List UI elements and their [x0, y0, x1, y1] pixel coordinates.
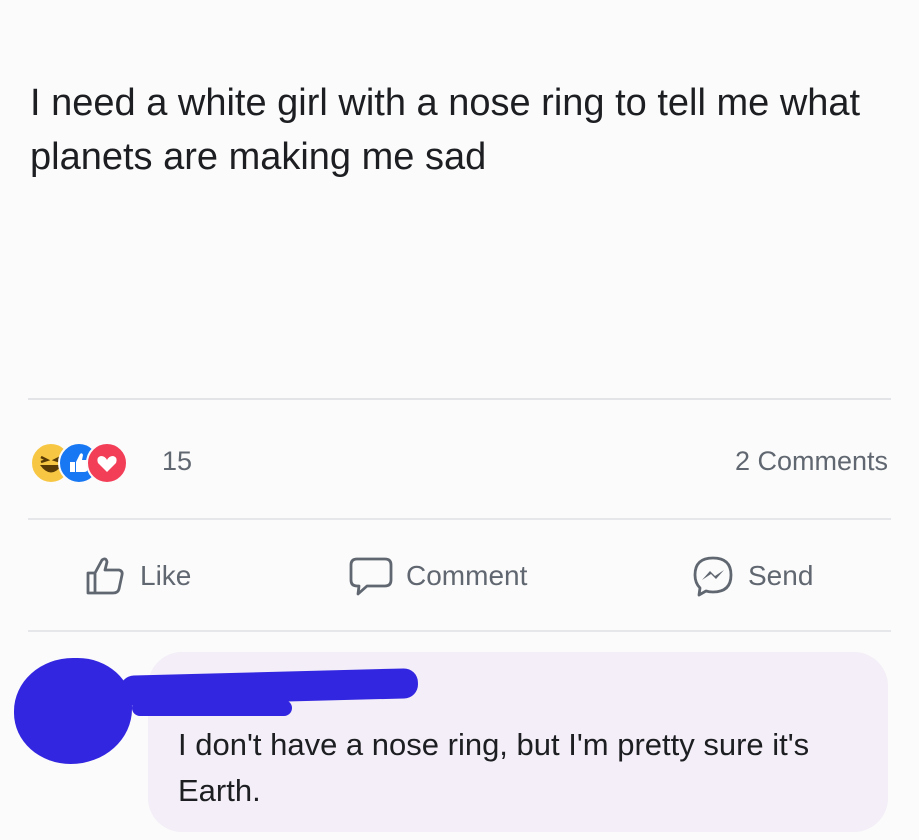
divider — [28, 518, 891, 520]
post-divider — [28, 398, 891, 400]
like-button[interactable]: Like — [82, 548, 191, 604]
like-label: Like — [140, 560, 192, 591]
messenger-icon — [693, 556, 733, 597]
comment-label: Comment — [406, 560, 528, 591]
action-bar: Like Comment Send — [0, 548, 919, 608]
avatar[interactable] — [14, 658, 132, 764]
send-button[interactable]: Send — [690, 548, 813, 604]
reaction-icons[interactable] — [30, 442, 180, 484]
thumbs-up-icon — [86, 557, 124, 595]
reaction-count[interactable]: 15 — [162, 446, 192, 477]
comment-bubble-icon — [349, 557, 393, 596]
divider — [28, 630, 891, 632]
send-label: Send — [748, 560, 814, 591]
reactions-row: 15 2 Comments — [30, 440, 888, 484]
post-text: I need a white girl with a nose ring to … — [30, 82, 861, 178]
comment-button[interactable]: Comment — [348, 548, 527, 604]
love-icon — [86, 442, 128, 484]
comments-count[interactable]: 2 Comments — [735, 446, 888, 477]
redaction-scribble — [132, 700, 292, 716]
comment-text: I don't have a nose ring, but I'm pretty… — [178, 727, 810, 808]
